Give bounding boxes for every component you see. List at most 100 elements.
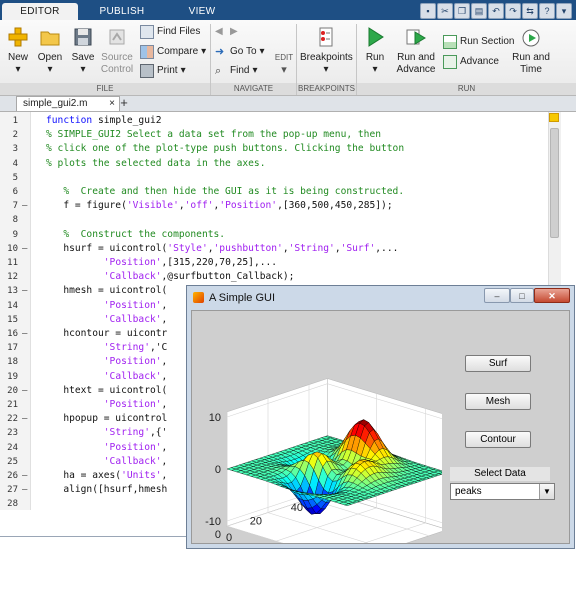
switch-windows-icon[interactable]: ⇆ xyxy=(522,3,538,19)
code-line: htext = uicontrol( xyxy=(46,384,168,396)
toolstrip: New ▾ Open ▾ Save ▾ Source Control Find Fil… xyxy=(0,20,576,96)
compare-icon xyxy=(140,45,154,59)
line-number: 10 xyxy=(7,243,18,254)
group-label-file: FILE xyxy=(0,83,210,95)
line-number: 19 xyxy=(7,371,18,382)
code-line: 'Position', xyxy=(103,399,168,410)
print-dropdown-arrow: ▾ xyxy=(180,65,186,76)
nav-back-forward[interactable]: ◀ ▶ xyxy=(215,24,242,40)
run-section-button[interactable]: Run Section xyxy=(443,34,514,50)
x-tick-label: 0 xyxy=(226,532,232,543)
contour-button[interactable]: Contour xyxy=(465,431,531,448)
code-line: ha = axes('Units', xyxy=(46,470,168,481)
line-number: 22 xyxy=(7,414,18,425)
line-number: 2 xyxy=(12,130,18,141)
surface-plot-axes[interactable]: 100-100204040200 xyxy=(192,311,442,543)
line-number: 1 xyxy=(12,116,18,126)
collapse-icon[interactable]: ▾ xyxy=(556,3,572,19)
find-button[interactable]: ⌕ Find ▾ xyxy=(215,63,257,79)
z-tick-label: 10 xyxy=(209,412,221,424)
save-dropdown-arrow: ▾ xyxy=(80,64,86,75)
copy-icon[interactable]: ❐ xyxy=(454,3,470,19)
tab-simple-gui2[interactable]: simple_gui2.m × xyxy=(16,96,120,111)
redo-icon[interactable]: ↷ xyxy=(505,3,521,19)
find-files-icon xyxy=(140,25,154,39)
code-line: 'Position', xyxy=(103,299,168,311)
cut-icon[interactable]: ✂ xyxy=(437,3,453,19)
code-line: % click one of the plot-type push button… xyxy=(46,143,405,155)
run-section-icon xyxy=(443,35,457,49)
breakpoints-icon xyxy=(319,27,333,47)
go-to-button[interactable]: ➜ Go To ▾ xyxy=(215,44,265,60)
select-data-label: Select Data xyxy=(450,467,550,481)
advance-button[interactable]: Advance xyxy=(443,54,499,70)
group-label-breakpoints: BREAKPOINTS xyxy=(297,83,356,95)
advance-icon xyxy=(443,55,457,69)
breakpoint-marker[interactable]: – xyxy=(22,329,27,339)
find-dropdown-arrow: ▾ xyxy=(252,65,258,76)
data-set-dropdown[interactable]: peaks ▼ xyxy=(450,483,555,500)
tab-view[interactable]: VIEW xyxy=(164,3,240,20)
figure-client-area: 100-100204040200 Surf Mesh Contour Selec… xyxy=(191,310,570,544)
maximize-button[interactable]: □ xyxy=(510,288,534,303)
line-number: 24 xyxy=(7,442,18,453)
tab-editor[interactable]: EDITOR xyxy=(2,3,78,20)
line-number: 11 xyxy=(7,258,18,268)
editor-bottom-border xyxy=(0,536,200,537)
new-dropdown-arrow: ▾ xyxy=(15,64,21,75)
line-number: 26 xyxy=(7,471,18,481)
close-window-button[interactable]: ✕ xyxy=(534,288,570,303)
paste-icon[interactable]: ▤ xyxy=(471,3,487,19)
document-tab-bar: simple_gui2.m × + xyxy=(0,96,576,112)
breakpoint-marker[interactable]: – xyxy=(22,244,27,254)
source-control-button[interactable]: Source Control xyxy=(100,26,134,76)
forward-icon: ▶ xyxy=(230,26,238,37)
code-analyzer-indicator[interactable] xyxy=(549,113,559,122)
code-line: hcontour = uicontr xyxy=(46,328,168,339)
line-number: 17 xyxy=(7,343,18,354)
dropdown-value: peaks xyxy=(455,486,482,497)
save-quick-icon[interactable]: ▪ xyxy=(420,3,436,19)
figure-title-bar[interactable]: A Simple GUI – □ ✕ xyxy=(187,286,574,310)
floppy-icon xyxy=(74,28,92,46)
print-button[interactable]: Print ▾ xyxy=(140,63,186,79)
breakpoint-marker[interactable]: – xyxy=(22,286,27,296)
code-line: hsurf = uicontrol('Style','pushbutton','… xyxy=(46,242,399,254)
find-files-button[interactable]: Find Files xyxy=(140,24,200,40)
breakpoint-marker[interactable]: – xyxy=(22,386,27,396)
compare-button[interactable]: Compare ▾ xyxy=(140,44,206,60)
mesh-button[interactable]: Mesh xyxy=(465,393,531,410)
run-and-time-button[interactable]: Run and Time xyxy=(512,26,550,76)
open-button[interactable]: Open ▾ xyxy=(35,26,65,76)
minimize-button[interactable]: – xyxy=(484,288,510,303)
run-button[interactable]: Run ▾ xyxy=(360,26,390,76)
source-control-icon xyxy=(109,29,125,45)
line-number: 28 xyxy=(7,499,18,510)
breakpoint-marker[interactable]: – xyxy=(22,201,27,211)
breakpoint-marker[interactable]: – xyxy=(22,414,27,424)
tab-publish[interactable]: PUBLISH xyxy=(84,3,160,20)
code-line: % Construct the components. xyxy=(46,228,226,240)
figure-window[interactable]: A Simple GUI – □ ✕ 100-100204040200 Surf… xyxy=(186,285,575,549)
surf-button[interactable]: Surf xyxy=(465,355,531,372)
breakpoint-marker[interactable]: – xyxy=(22,471,27,481)
code-line: 'Position', xyxy=(103,441,168,453)
line-number: 9 xyxy=(12,229,18,240)
scrollbar-thumb[interactable] xyxy=(550,128,559,238)
new-button[interactable]: New ▾ xyxy=(4,26,32,76)
run-and-advance-button[interactable]: Run and Advance xyxy=(394,26,438,76)
save-button[interactable]: Save ▾ xyxy=(68,26,98,76)
help-icon[interactable]: ? xyxy=(539,3,555,19)
new-tab-button[interactable]: + xyxy=(114,96,134,111)
breakpoints-button[interactable]: Breakpoints ▾ xyxy=(300,26,353,76)
code-line: 'String',{' xyxy=(103,427,168,439)
code-line: % plots the selected data in the axes. xyxy=(46,157,266,169)
chevron-down-icon[interactable]: ▼ xyxy=(539,484,554,499)
line-number: 3 xyxy=(12,144,18,155)
line-number: 15 xyxy=(7,314,18,325)
edit-group-button[interactable]: EDIT ▾ xyxy=(272,52,296,77)
line-number: 7 xyxy=(12,201,18,212)
breakpoint-marker[interactable]: – xyxy=(22,485,27,495)
undo-icon[interactable]: ↶ xyxy=(488,3,504,19)
line-number: 27 xyxy=(7,485,18,496)
